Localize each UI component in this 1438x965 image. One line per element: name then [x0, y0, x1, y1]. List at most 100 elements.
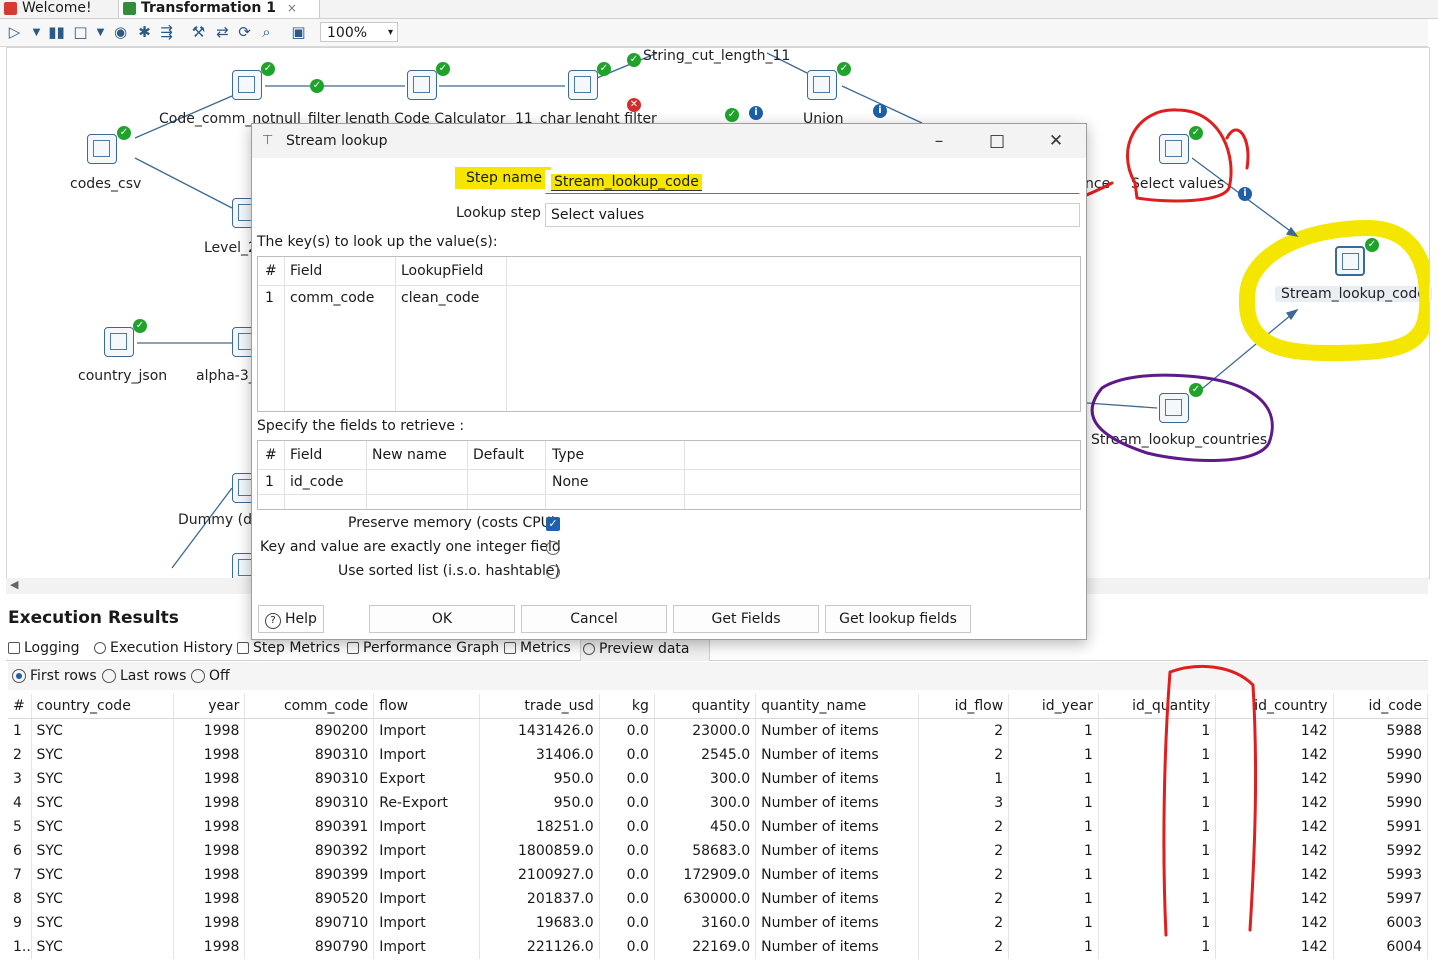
column-header[interactable]: comm_code — [244, 694, 375, 719]
table-cell: 1998 — [173, 815, 246, 839]
minimize-icon[interactable]: – — [928, 130, 950, 152]
table-cell: 1800859.0 — [479, 839, 600, 863]
col-divider — [506, 257, 507, 411]
table-cell: Re-Export — [373, 791, 481, 815]
table-cell: 2 — [918, 911, 1010, 935]
tab-performance-graph-label: Performance Graph — [363, 640, 500, 656]
table-cell: Number of items — [755, 815, 920, 839]
table-cell: 22169.0 — [654, 935, 757, 959]
table-cell: Import — [373, 743, 481, 767]
table-cell: 5990 — [1333, 767, 1429, 791]
stop-dropdown-icon[interactable]: ▼ — [92, 24, 109, 41]
tab-transformation[interactable]: Transformation 1 × — [118, 0, 320, 18]
retrieve-field-cell[interactable]: id_code — [290, 470, 344, 494]
table-cell: 2 — [918, 815, 1010, 839]
ok-button[interactable]: OK — [369, 605, 515, 633]
help-button[interactable]: ? Help — [258, 605, 324, 633]
column-header[interactable]: country_code — [31, 694, 175, 719]
get-fields-button[interactable]: Get Fields — [673, 605, 819, 633]
stop-icon[interactable]: □ — [72, 24, 89, 41]
table-cell: 890310 — [244, 767, 375, 791]
column-header[interactable]: quantity — [654, 694, 757, 719]
scroll-left-icon[interactable]: ◀ — [10, 578, 18, 591]
table-cell: 890310 — [244, 791, 375, 815]
preserve-memory-checkbox[interactable]: ✓ — [546, 517, 560, 531]
sql-icon[interactable]: ⟳ — [236, 24, 253, 41]
key-field-cell[interactable]: comm_code — [290, 286, 374, 310]
verify-icon[interactable]: ⚒ — [190, 24, 207, 41]
impact-icon[interactable]: ⇄ — [214, 24, 231, 41]
lookup-step-select[interactable]: Select values — [545, 203, 1080, 227]
table-row[interactable]: 1 comm_code clean_code — [258, 285, 1080, 310]
table-cell: Import — [373, 815, 481, 839]
table-cell: 1.. — [8, 935, 32, 959]
replay-icon[interactable]: ⇶ — [158, 24, 175, 41]
get-lookup-fields-button[interactable]: Get lookup fields — [825, 605, 971, 633]
pause-icon[interactable]: ▮▮ — [48, 24, 65, 41]
maximize-icon[interactable]: □ — [986, 130, 1008, 152]
column-header[interactable]: id_flow — [918, 694, 1010, 719]
table-cell: 2 — [918, 718, 1010, 743]
table-cell: SYC — [31, 743, 175, 767]
tab-logging[interactable]: Logging — [6, 636, 104, 660]
table-cell: SYC — [31, 791, 175, 815]
table-cell: 5990 — [1333, 743, 1429, 767]
debug-icon[interactable]: ✱ — [136, 24, 153, 41]
column-header[interactable]: quantity_name — [755, 694, 920, 719]
column-header[interactable]: kg — [599, 694, 655, 719]
integer-field-checkbox[interactable] — [546, 541, 560, 555]
close-tab-icon[interactable]: × — [287, 1, 297, 15]
table-cell: 950.0 — [479, 791, 600, 815]
key-lookupfield-cell[interactable]: clean_code — [401, 286, 479, 310]
table-cell: 300.0 — [654, 767, 757, 791]
tab-execution-history[interactable]: Execution History — [92, 636, 248, 660]
tab-welcome[interactable]: Welcome! — [0, 0, 118, 18]
explore-db-icon[interactable]: ⌕ — [258, 24, 275, 41]
table-row[interactable]: 1 id_code None — [258, 469, 1080, 495]
col-divider — [284, 257, 285, 411]
table-cell: 5993 — [1333, 863, 1429, 887]
table-cell: 1431426.0 — [479, 718, 600, 743]
radio-off-label: Off — [209, 668, 230, 684]
get-lookup-fields-button-label: Get lookup fields — [839, 611, 957, 627]
preview-icon[interactable]: ◉ — [112, 24, 129, 41]
zoom-select[interactable]: 100% ▾ — [320, 22, 398, 42]
cancel-button[interactable]: Cancel — [521, 605, 667, 633]
keys-header-lookupfield: LookupField — [401, 263, 484, 279]
show-results-icon[interactable]: ▣ — [290, 24, 307, 41]
sorted-list-checkbox[interactable] — [546, 565, 560, 579]
retrieve-table[interactable]: # Field New name Default Type 1 id_code … — [257, 440, 1081, 510]
table-cell: 1998 — [173, 767, 246, 791]
table-cell: Import — [373, 911, 481, 935]
table-cell: SYC — [31, 863, 175, 887]
column-header[interactable]: id_code — [1333, 694, 1429, 719]
close-icon[interactable]: ✕ — [1045, 130, 1067, 152]
tab-logging-label: Logging — [24, 640, 80, 656]
table-cell: 0.0 — [599, 791, 655, 815]
tab-execution-history-label: Execution History — [110, 640, 233, 656]
run-dropdown-icon[interactable]: ▼ — [28, 24, 45, 41]
column-header[interactable]: flow — [373, 694, 481, 719]
step-name-input[interactable]: Stream_lookup_code — [545, 170, 1080, 194]
retrieve-header-default: Default — [473, 447, 525, 463]
radio-first-rows[interactable]: First rows — [10, 667, 97, 685]
table-cell: 201837.0 — [479, 887, 600, 911]
column-header[interactable]: trade_usd — [479, 694, 600, 719]
retrieve-type-cell[interactable]: None — [552, 470, 589, 494]
col-divider — [395, 257, 396, 411]
run-icon[interactable]: ▷ — [6, 24, 23, 41]
column-header[interactable]: # — [8, 694, 32, 719]
column-header[interactable]: year — [173, 694, 246, 719]
table-cell: 890790 — [244, 935, 375, 959]
radio-off[interactable]: Off — [189, 667, 230, 685]
table-cell: 1 — [1008, 815, 1099, 839]
table-cell: Number of items — [755, 935, 920, 959]
step-metrics-icon — [237, 642, 249, 654]
table-cell: 6004 — [1333, 935, 1429, 959]
keys-table[interactable]: # Field LookupField 1 comm_code clean_co… — [257, 256, 1081, 412]
toolbar: ▷ ▼ ▮▮ □ ▼ ◉ ✱ ⇶ ⚒ ⇄ ⟳ ⌕ ▣ — [0, 19, 1428, 47]
table-cell: 4 — [8, 791, 32, 815]
column-header[interactable]: id_year — [1008, 694, 1099, 719]
table-cell: SYC — [31, 911, 175, 935]
radio-last-rows[interactable]: Last rows — [100, 667, 186, 685]
